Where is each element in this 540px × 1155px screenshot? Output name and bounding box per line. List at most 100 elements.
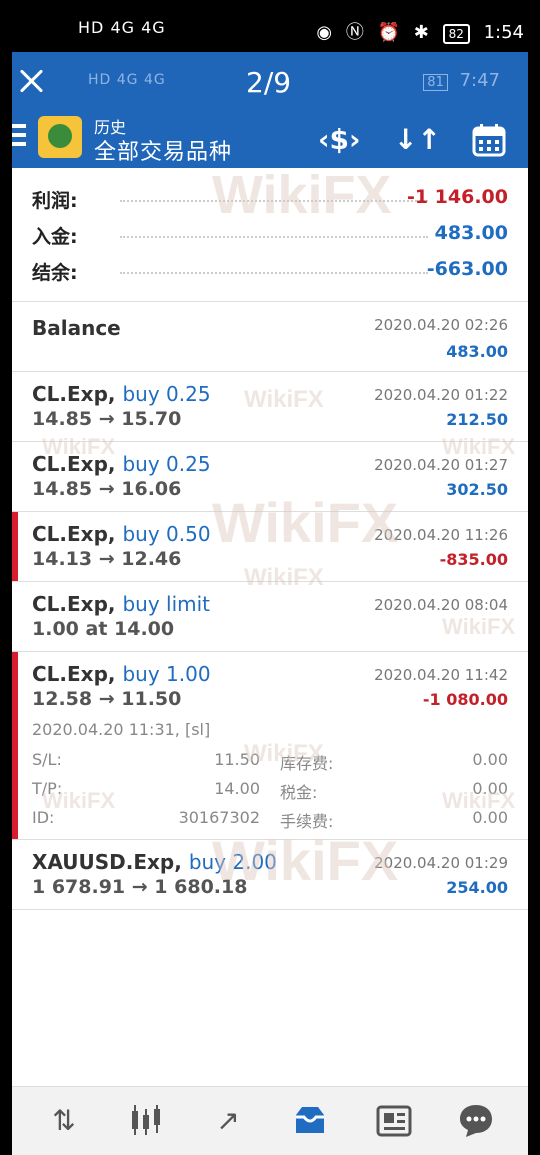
deal-profit: 483.00 xyxy=(446,342,508,361)
close-icon[interactable] xyxy=(16,66,46,96)
deal-symbol: CL.Exp, xyxy=(32,452,116,476)
deal-symbol-line: CL.Exp, buy 0.25 xyxy=(32,382,211,406)
inner-battery: 81 xyxy=(423,74,448,91)
detail-label: 库存费: xyxy=(280,754,334,773)
order-row[interactable]: CL.Exp, buy limit 1.00 at 14.00 2020.04.… xyxy=(12,582,528,652)
eye-icon: ◉ xyxy=(316,22,333,43)
detail-label: S/L: xyxy=(32,750,62,769)
deal-profit: -835.00 xyxy=(439,550,508,569)
deal-prices: 12.58 → 11.50 xyxy=(32,688,182,710)
deal-symbol: XAUUSD.Exp, xyxy=(32,850,182,874)
summary-label: 入金: xyxy=(32,226,78,248)
nfc-icon: Ⓝ xyxy=(345,22,364,43)
detail-label: 手续费: xyxy=(280,812,334,831)
deal-symbol: CL.Exp, xyxy=(32,522,116,546)
sort-icon[interactable]: ↓↑ xyxy=(394,120,441,160)
inner-status-right: 81 7:47 xyxy=(423,70,500,91)
summary-label: 结余: xyxy=(32,262,78,284)
news-icon[interactable] xyxy=(374,1101,414,1141)
calendar-icon[interactable] xyxy=(468,120,510,160)
summary-value: 483.00 xyxy=(434,222,508,244)
deal-prices: 1 678.91 → 1 680.18 xyxy=(32,876,248,898)
header-title: 全部交易品种 xyxy=(94,140,233,165)
chart-icon[interactable] xyxy=(126,1101,166,1141)
system-time: 1:54 xyxy=(483,22,524,43)
network-indicators: HD 4G 4G xyxy=(78,18,166,37)
summary-value: -1 146.00 xyxy=(406,186,508,208)
deal-action: buy limit xyxy=(122,592,211,616)
summary-row-deposit: 入金: 483.00 xyxy=(12,222,528,258)
deal-profit: 254.00 xyxy=(446,878,508,897)
deal-symbol: Balance xyxy=(32,316,121,340)
deal-symbol-line: CL.Exp, buy 1.00 xyxy=(32,662,211,686)
deal-action: buy 2.00 xyxy=(188,850,277,874)
bluetooth-icon: ✱ xyxy=(413,22,429,43)
deal-prices: 14.13 → 12.46 xyxy=(32,548,182,570)
detail-value: 0.00 xyxy=(472,750,508,769)
deal-row-balance[interactable]: Balance 2020.04.20 02:26 483.00 xyxy=(12,302,528,372)
bottom-navigation: ⇅ ↗ xyxy=(12,1086,528,1155)
inner-network-indicators: HD 4G 4G xyxy=(88,72,166,88)
deal-time: 2020.04.20 01:22 xyxy=(374,386,508,404)
deal-row[interactable]: CL.Exp, buy 0.25 14.85 → 16.06 2020.04.2… xyxy=(12,442,528,512)
menu-icon[interactable] xyxy=(12,124,26,146)
deal-symbol: CL.Exp, xyxy=(32,662,116,686)
deal-prices: 14.85 → 15.70 xyxy=(32,408,182,430)
deal-time: 2020.04.20 08:04 xyxy=(374,596,508,614)
deal-profit: -1 080.00 xyxy=(422,690,508,709)
image-viewer-bar: HD 4G 4G 2/9 81 7:47 xyxy=(12,52,528,114)
deal-symbol-line: CL.Exp, buy 0.50 xyxy=(32,522,211,546)
deal-time: 2020.04.20 02:26 xyxy=(374,316,508,334)
summary-block: 利润: -1 146.00 入金: 483.00 结余: -663.00 xyxy=(12,168,528,302)
detail-label: 税金: xyxy=(280,783,318,802)
summary-row-balance: 结余: -663.00 xyxy=(12,258,528,294)
history-icon[interactable] xyxy=(290,1101,330,1141)
deal-row[interactable]: CL.Exp, buy 0.50 14.13 → 12.46 2020.04.2… xyxy=(12,512,528,582)
system-status-right: ◉ Ⓝ ⏰ ✱ 82 1:54 xyxy=(308,18,524,44)
deal-symbol: CL.Exp, xyxy=(32,592,116,616)
dotted-leader xyxy=(120,236,428,238)
detail-value: 0.00 xyxy=(472,779,508,798)
deal-time: 2020.04.20 01:29 xyxy=(374,854,508,872)
summary-label: 利润: xyxy=(32,190,78,212)
dotted-leader xyxy=(120,200,428,202)
trade-icon[interactable]: ↗ xyxy=(208,1101,248,1141)
app-header: 历史 全部交易品种 ‹$› ↓↑ xyxy=(12,114,528,168)
quotes-icon[interactable]: ⇅ xyxy=(44,1101,84,1141)
detail-value: 11.50 xyxy=(214,750,260,769)
deal-action: buy 0.50 xyxy=(122,522,211,546)
deal-profit: 302.50 xyxy=(446,480,508,499)
chat-icon[interactable] xyxy=(456,1101,496,1141)
deal-symbol-line: CL.Exp, buy limit xyxy=(32,592,210,616)
battery-indicator: 82 xyxy=(442,24,470,44)
currency-exchange-icon[interactable]: ‹$› xyxy=(318,120,361,160)
deal-row-expanded[interactable]: CL.Exp, buy 1.00 12.58 → 11.50 2020.04.2… xyxy=(12,652,528,840)
deal-action: buy 0.25 xyxy=(122,382,211,406)
history-content: 利润: -1 146.00 入金: 483.00 结余: -663.00 Bal… xyxy=(12,168,528,1086)
deal-symbol-line: XAUUSD.Exp, buy 2.00 xyxy=(32,850,277,874)
app-logo xyxy=(38,116,82,158)
image-counter: 2/9 xyxy=(246,66,292,99)
detail-label: ID: xyxy=(32,808,55,827)
deal-prices: 14.85 → 16.06 xyxy=(32,478,182,500)
deal-symbol-line: CL.Exp, buy 0.25 xyxy=(32,452,211,476)
deal-row[interactable]: CL.Exp, buy 0.25 14.85 → 15.70 2020.04.2… xyxy=(12,372,528,442)
detail-value: 30167302 xyxy=(178,808,260,827)
deal-action: buy 0.25 xyxy=(122,452,211,476)
alarm-icon: ⏰ xyxy=(377,22,400,43)
deal-open-info: 2020.04.20 11:31, [sl] xyxy=(32,720,211,739)
deal-time: 2020.04.20 11:42 xyxy=(374,666,508,684)
deal-time: 2020.04.20 01:27 xyxy=(374,456,508,474)
deal-action: buy 1.00 xyxy=(122,662,211,686)
summary-row-profit: 利润: -1 146.00 xyxy=(12,186,528,222)
detail-value: 14.00 xyxy=(214,779,260,798)
deal-profit: 212.50 xyxy=(446,410,508,429)
detail-value: 0.00 xyxy=(472,808,508,827)
summary-value: -663.00 xyxy=(426,258,508,280)
deal-row[interactable]: XAUUSD.Exp, buy 2.00 1 678.91 → 1 680.18… xyxy=(12,840,528,910)
dotted-leader xyxy=(120,272,428,274)
deal-symbol: CL.Exp, xyxy=(32,382,116,406)
deal-time: 2020.04.20 11:26 xyxy=(374,526,508,544)
detail-label: T/P: xyxy=(32,779,63,798)
order-volume-price: 1.00 at 14.00 xyxy=(32,618,175,640)
